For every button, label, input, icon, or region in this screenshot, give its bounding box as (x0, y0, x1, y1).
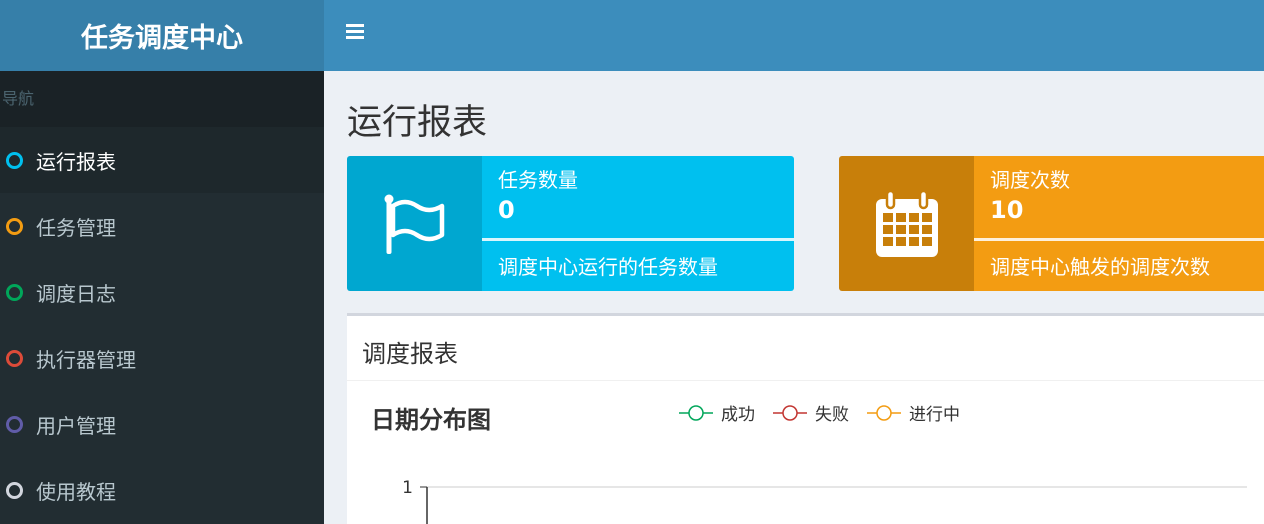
circle-icon (6, 151, 23, 169)
circle-icon (6, 415, 23, 433)
box-divider (347, 380, 1264, 381)
sidebar-item-label: 运行报表 (36, 149, 116, 174)
sidebar-toggle-icon[interactable] (346, 24, 366, 44)
top-navbar (324, 0, 1264, 71)
info-box-body: 任务数量 0 调度中心运行的任务数量 (482, 156, 794, 291)
circle-icon (6, 217, 23, 235)
calendar-icon (875, 189, 938, 257)
report-box-title: 调度报表 (362, 340, 458, 368)
sidebar: 导航 运行报表 任务管理 调度日志 执行器管理 用户管理 使用教程 (0, 71, 324, 524)
sidebar-item-report[interactable]: 运行报表 (0, 127, 324, 193)
sidebar-item-label: 使用教程 (36, 479, 116, 504)
chart-plot-area: 1 (402, 478, 1247, 524)
sidebar-item-label: 用户管理 (36, 413, 116, 438)
legend-item[interactable]: 失败 (771, 400, 849, 425)
info-box-progress (974, 238, 1264, 241)
app-title: 任务调度中心 (81, 23, 243, 54)
legend-marker-icon (679, 404, 713, 421)
info-box-number: 10 (990, 196, 1024, 224)
y-tick-label: 1 (402, 478, 413, 498)
sidebar-item-tasks[interactable]: 任务管理 (0, 193, 324, 259)
sidebar-item-users[interactable]: 用户管理 (0, 391, 324, 457)
info-box-icon-area (347, 156, 482, 291)
legend-marker-icon (773, 404, 807, 421)
info-box-progress (482, 238, 794, 241)
info-box-title: 调度次数 (990, 168, 1070, 192)
report-box: 调度报表 日期分布图 成功 失败 进行中 1 (347, 313, 1264, 524)
info-box-body: 调度次数 10 调度中心触发的调度次数 (974, 156, 1264, 291)
legend-label: 进行中 (909, 405, 960, 425)
sidebar-header: 导航 (0, 71, 324, 127)
sidebar-item-logs[interactable]: 调度日志 (0, 259, 324, 325)
info-box-trigger-count: 调度次数 10 调度中心触发的调度次数 (839, 156, 1264, 291)
sidebar-item-label: 执行器管理 (36, 347, 136, 372)
info-box-description: 调度中心触发的调度次数 (990, 255, 1210, 279)
legend-label: 失败 (815, 405, 849, 425)
chart-title: 日期分布图 (371, 406, 491, 434)
info-box-task-count: 任务数量 0 调度中心运行的任务数量 (347, 156, 794, 291)
circle-icon (6, 349, 23, 367)
app-logo[interactable]: 任务调度中心 (0, 0, 324, 71)
legend-label: 成功 (721, 405, 755, 425)
sidebar-item-label: 调度日志 (36, 281, 116, 306)
info-box-title: 任务数量 (498, 168, 578, 192)
sidebar-item-label: 任务管理 (36, 215, 116, 240)
legend-item[interactable]: 进行中 (865, 400, 960, 425)
sidebar-item-tutorial[interactable]: 使用教程 (0, 457, 324, 523)
info-box-description: 调度中心运行的任务数量 (498, 255, 718, 279)
info-box-icon-area (839, 156, 974, 291)
flag-icon (384, 194, 444, 254)
info-box-number: 0 (498, 196, 515, 224)
circle-icon (6, 283, 23, 301)
sidebar-item-executors[interactable]: 执行器管理 (0, 325, 324, 391)
legend-marker-icon (867, 404, 901, 421)
chart-legend: 成功 失败 进行中 (677, 400, 976, 425)
circle-icon (6, 481, 23, 499)
legend-item[interactable]: 成功 (677, 400, 755, 425)
page-title: 运行报表 (347, 103, 488, 143)
